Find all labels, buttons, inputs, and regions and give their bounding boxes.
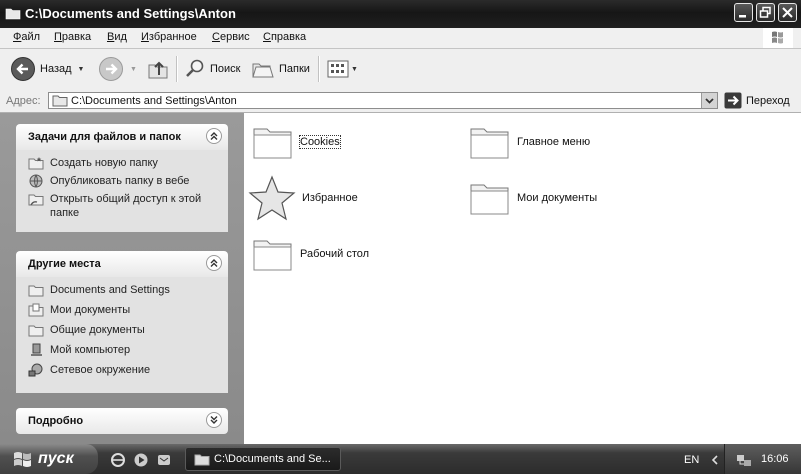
restore-icon	[759, 6, 771, 18]
folder-icon	[253, 240, 292, 271]
folder-icon	[28, 283, 44, 297]
address-value: C:\Documents and Settings\Anton	[71, 95, 237, 107]
folder-icon	[470, 184, 509, 215]
address-bar: Адрес: C:\Documents and Settings\Anton П…	[0, 90, 801, 113]
menu-help[interactable]: Справка	[263, 31, 306, 43]
file-item-desktop[interactable]: Рабочий стол	[252, 235, 369, 273]
place-shared-documents[interactable]: Общие документы	[28, 323, 218, 337]
task-pane: Задачи для файлов и папок Создать новую …	[0, 113, 244, 444]
address-input[interactable]: C:\Documents and Settings\Anton	[48, 92, 718, 109]
chevron-down-icon[interactable]: ▼	[130, 66, 137, 73]
folder-icon	[52, 94, 68, 107]
minimize-icon	[739, 15, 746, 18]
file-list-view[interactable]: Cookies Главное меню Избранное Мои докум…	[244, 113, 801, 444]
file-item-start-menu[interactable]: Главное меню	[469, 123, 590, 161]
other-places-panel: Другие места Documents and Settings Мои …	[16, 251, 228, 393]
file-item-my-documents[interactable]: Мои документы	[469, 179, 597, 217]
back-button[interactable]: Назад ▼	[10, 55, 84, 83]
folder-up-icon	[148, 61, 168, 79]
my-documents-icon	[28, 303, 44, 317]
network-status-icon[interactable]	[735, 452, 753, 468]
forward-button[interactable]: ▼	[98, 55, 137, 83]
folders-icon	[252, 63, 274, 78]
details-panel: Подробно	[16, 408, 228, 434]
chevron-up-double-icon	[210, 132, 218, 140]
views-icon	[327, 60, 349, 78]
start-button[interactable]: пуск	[0, 444, 98, 474]
chevron-down-double-icon	[210, 416, 218, 424]
taskbar-window-button[interactable]: C:\Documents and Se...	[185, 447, 341, 471]
place-network[interactable]: Сетевое окружение	[28, 363, 218, 377]
file-tasks-panel: Задачи для файлов и папок Создать новую …	[16, 124, 228, 232]
go-arrow-icon	[724, 92, 742, 109]
task-publish-web[interactable]: Опубликовать папку в вебе	[28, 174, 218, 188]
search-button[interactable]: Поиск	[184, 55, 240, 83]
new-folder-icon	[28, 156, 44, 170]
panel-header[interactable]: Подробно	[16, 408, 228, 434]
file-item-favorites[interactable]: Избранное	[248, 175, 358, 221]
chevron-down-icon	[705, 98, 714, 104]
forward-arrow-icon	[99, 57, 123, 81]
address-label: Адрес:	[6, 95, 41, 107]
toolbar-divider	[176, 56, 178, 82]
windows-logo-icon	[763, 28, 793, 48]
language-indicator[interactable]: EN	[684, 454, 699, 466]
collapse-button[interactable]	[206, 128, 222, 144]
close-button[interactable]	[778, 3, 797, 22]
title-bar[interactable]: C:\Documents and Settings\Anton	[0, 0, 801, 28]
folder-icon	[470, 128, 509, 159]
folders-button[interactable]: Папки	[251, 55, 310, 83]
toolbar-divider	[318, 56, 320, 82]
panel-header[interactable]: Другие места	[16, 251, 228, 277]
menu-favorites[interactable]: Избранное	[141, 31, 197, 43]
folder-icon	[253, 128, 292, 159]
folder-icon	[28, 323, 44, 337]
share-folder-icon	[28, 192, 44, 206]
network-icon	[28, 363, 44, 377]
star-icon	[248, 175, 296, 221]
up-folder-button[interactable]	[146, 55, 170, 83]
restore-button[interactable]	[756, 3, 775, 22]
expand-button[interactable]	[206, 412, 222, 428]
menu-view[interactable]: Вид	[107, 31, 127, 43]
menu-bar: Файл Правка Вид Избранное Сервис Справка	[0, 28, 801, 49]
system-tray: 16:06	[724, 444, 801, 474]
toolbar: Назад ▼ ▼ Поиск Папки ▼	[0, 49, 801, 91]
ie-icon[interactable]	[110, 452, 126, 468]
chevron-up-double-icon	[210, 259, 218, 267]
address-dropdown-button[interactable]	[701, 93, 717, 108]
chevron-down-icon[interactable]: ▼	[78, 66, 85, 73]
menu-file[interactable]: Файл	[13, 31, 40, 43]
menu-tools[interactable]: Сервис	[212, 31, 250, 43]
clock[interactable]: 16:06	[761, 453, 789, 465]
panel-header[interactable]: Задачи для файлов и папок	[16, 124, 228, 150]
window-title: C:\Documents and Settings\Anton	[25, 6, 236, 21]
task-new-folder[interactable]: Создать новую папку	[28, 156, 218, 170]
task-share-folder[interactable]: Открыть общий доступ к этой папке	[28, 192, 218, 220]
file-item-cookies[interactable]: Cookies	[252, 123, 341, 161]
place-documents-settings[interactable]: Documents and Settings	[28, 283, 218, 297]
chevron-down-icon[interactable]: ▼	[351, 66, 358, 73]
minimize-button[interactable]	[734, 3, 753, 22]
menu-edit[interactable]: Правка	[54, 31, 91, 43]
computer-icon	[28, 343, 44, 357]
views-button[interactable]: ▼	[326, 55, 358, 83]
outlook-express-icon[interactable]	[156, 452, 172, 468]
media-player-icon[interactable]	[133, 452, 149, 468]
back-arrow-icon	[11, 57, 35, 81]
windows-flag-icon	[12, 450, 34, 468]
folder-icon	[5, 6, 21, 20]
place-my-documents[interactable]: Мои документы	[28, 303, 218, 317]
folder-icon	[194, 453, 210, 466]
globe-icon	[28, 174, 44, 188]
close-icon	[782, 7, 793, 18]
taskbar: пуск C:\Documents and Se... EN 16:06	[0, 444, 801, 474]
place-my-computer[interactable]: Мой компьютер	[28, 343, 218, 357]
collapse-button[interactable]	[206, 255, 222, 271]
go-button[interactable]: Переход	[724, 92, 790, 109]
tray-expand-icon[interactable]	[709, 454, 721, 466]
search-icon	[186, 59, 204, 77]
